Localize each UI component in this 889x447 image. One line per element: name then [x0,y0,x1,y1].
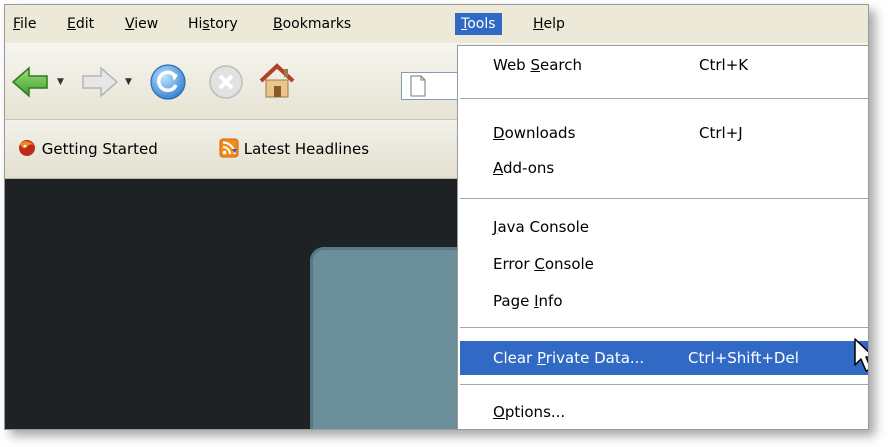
menu-item-java-console[interactable]: Java Console [460,210,868,244]
menu-item-page-info[interactable]: Page Info [460,284,868,318]
address-bar[interactable] [401,72,463,100]
bookmark-getting-started[interactable]: Getting Started [17,138,158,158]
back-button[interactable] [11,65,51,103]
page-icon [410,75,426,97]
stop-button[interactable] [207,63,245,105]
shortcut-label: Ctrl+J [699,124,743,142]
tools-menu: Web Search Ctrl+K Downloads Ctrl+J Add-o… [457,45,868,429]
rss-feed-icon [219,138,239,158]
firefox-icon [19,140,35,156]
forward-arrow-icon [82,66,119,98]
menu-item-downloads[interactable]: Downloads Ctrl+J [460,116,868,150]
menu-history[interactable]: History [182,13,244,35]
menu-tools[interactable]: Tools [455,13,502,35]
shortcut-label: Ctrl+Shift+Del [688,349,799,367]
stop-icon [209,65,243,99]
menu-view[interactable]: View [119,13,164,35]
menu-file[interactable]: File [7,13,42,35]
menu-item-clear-private-data[interactable]: Clear Private Data... Ctrl+Shift+Del [460,341,868,375]
browser-window: File Edit View History Bookmarks Tools H… [4,4,869,430]
menu-item-options[interactable]: Options... [460,395,868,429]
bookmark-label: Getting Started [41,140,158,158]
bookmark-label: Latest Headlines [243,140,370,158]
menu-separator [460,98,868,100]
home-button[interactable] [257,61,297,105]
back-dropdown-icon[interactable]: ▼ [57,77,64,87]
menu-item-add-ons[interactable]: Add-ons [460,151,868,185]
menu-item-web-search[interactable]: Web Search Ctrl+K [460,48,868,82]
menu-item-error-console[interactable]: Error Console [460,247,868,281]
reload-icon [150,64,186,100]
reload-button[interactable] [149,63,187,105]
forward-dropdown-icon[interactable]: ▼ [125,77,132,87]
bookmark-latest-headlines[interactable]: Latest Headlines [219,138,369,158]
home-icon [259,63,295,98]
shortcut-label: Ctrl+K [699,56,749,74]
forward-button[interactable] [79,65,119,103]
back-arrow-icon [11,66,48,98]
menu-bar: File Edit View History Bookmarks Tools H… [5,5,868,44]
menu-separator [460,384,868,386]
menu-separator [460,327,868,329]
menu-edit[interactable]: Edit [61,13,100,35]
menu-separator [460,198,868,200]
menu-help[interactable]: Help [527,13,571,35]
mouse-cursor-icon [854,338,868,372]
menu-bookmarks[interactable]: Bookmarks [267,13,357,35]
